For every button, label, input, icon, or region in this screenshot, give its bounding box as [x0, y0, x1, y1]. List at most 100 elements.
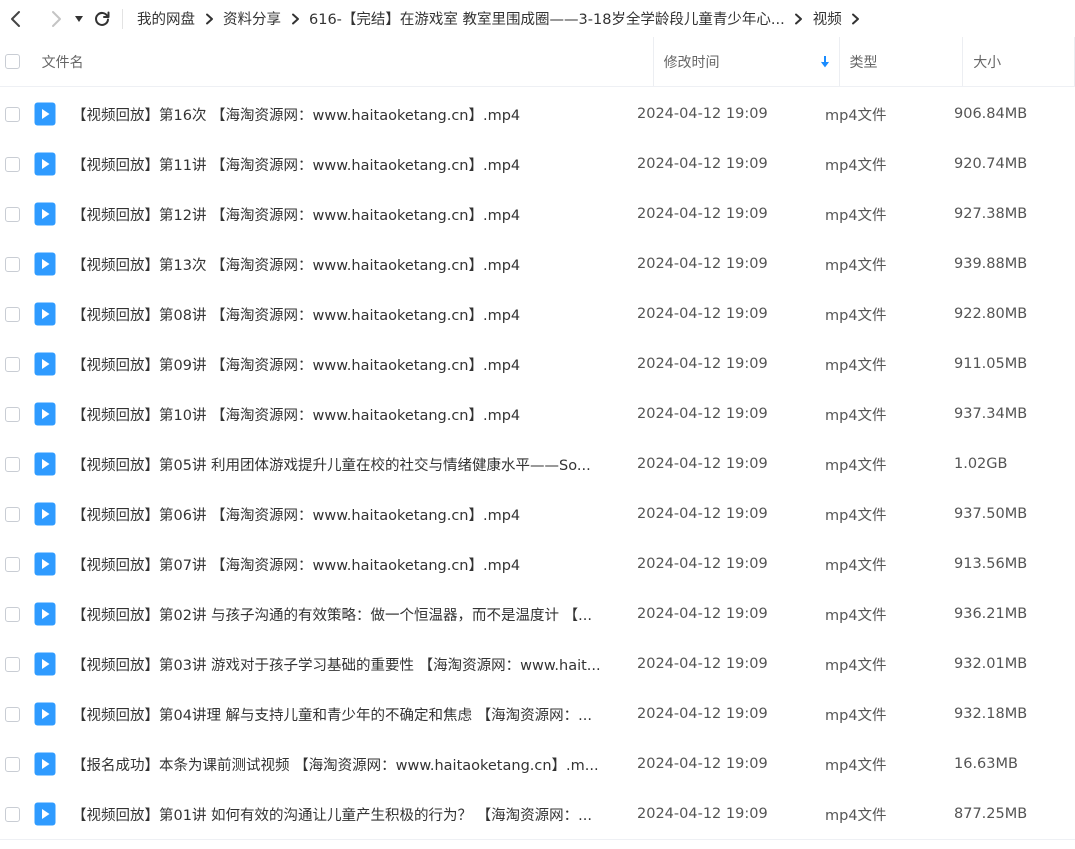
breadcrumb-item[interactable]: 616-【完结】在游戏室 教室里围成圈——3-18岁全学龄段儿童青少年心... [305, 8, 789, 29]
file-name[interactable]: 【视频回放】第06讲 【海淘资源网：www.haitaoketang.cn】.m… [72, 504, 627, 525]
file-row[interactable]: 【视频回放】第08讲 【海淘资源网：www.haitaoketang.cn】.m… [0, 289, 1075, 339]
file-row[interactable]: 【视频回放】第13次 【海淘资源网：www.haitaoketang.cn】.m… [0, 239, 1075, 289]
file-row[interactable]: 【视频回放】第10讲 【海淘资源网：www.haitaoketang.cn】.m… [0, 389, 1075, 439]
history-dropdown-button[interactable] [70, 0, 88, 37]
file-checkbox[interactable] [5, 356, 20, 372]
select-all-checkbox[interactable] [5, 54, 20, 69]
file-name[interactable]: 【视频回放】第11讲 【海淘资源网：www.haitaoketang.cn】.m… [72, 154, 627, 175]
file-row[interactable]: 【视频回放】第03讲 游戏对于孩子学习基础的重要性 【海淘资源网：www.hai… [0, 639, 1075, 689]
file-checkbox-cell [0, 556, 34, 572]
file-size: 937.50MB [954, 506, 1028, 522]
file-row[interactable]: 【视频回放】第07讲 【海淘资源网：www.haitaoketang.cn】.m… [0, 539, 1075, 589]
file-type: mp4文件 [825, 557, 887, 574]
file-checkbox[interactable] [5, 206, 20, 222]
column-header-name-label: 文件名 [41, 54, 84, 71]
file-modified-time: 2024-04-12 19:09 [637, 606, 768, 622]
breadcrumb-item[interactable]: 视频 [809, 8, 846, 29]
file-modified-time: 2024-04-12 19:09 [637, 806, 768, 822]
file-size: 1.02GB [954, 456, 1008, 472]
file-name[interactable]: 【视频回放】第09讲 【海淘资源网：www.haitaoketang.cn】.m… [72, 354, 627, 375]
file-name[interactable]: 【视频回放】第16次 【海淘资源网：www.haitaoketang.cn】.m… [72, 104, 627, 125]
file-name[interactable]: 【视频回放】第01讲 如何有效的沟通让儿童产生积极的行为？ 【海淘资源网：... [72, 804, 627, 825]
file-name[interactable]: 【视频回放】第04讲理 解与支持儿童和青少年的不确定和焦虑 【海淘资源网：... [72, 704, 627, 725]
file-checkbox[interactable] [5, 106, 20, 122]
file-checkbox[interactable] [5, 606, 20, 622]
file-size: 920.74MB [954, 156, 1028, 172]
file-checkbox[interactable] [5, 556, 20, 572]
file-size: 913.56MB [954, 556, 1028, 572]
video-file-icon [34, 502, 72, 526]
file-row[interactable]: 【视频回放】第04讲理 解与支持儿童和青少年的不确定和焦虑 【海淘资源网：...… [0, 689, 1075, 739]
navigation-bar: 我的网盘 资料分享 616-【完结】在游戏室 教室里围成圈——3-18岁全学龄段儿童… [0, 0, 1075, 37]
file-type: mp4文件 [825, 807, 887, 824]
file-name[interactable]: 【视频回放】第05讲 利用团体游戏提升儿童在校的社交与情绪健康水平——So... [72, 454, 627, 475]
video-file-icon [34, 702, 72, 726]
chevron-left-icon [11, 10, 20, 27]
file-list: 【视频回放】第16次 【海淘资源网：www.haitaoketang.cn】.m… [0, 89, 1075, 840]
file-type: mp4文件 [825, 507, 887, 524]
file-checkbox[interactable] [5, 756, 20, 772]
file-row[interactable]: 【视频回放】第11讲 【海淘资源网：www.haitaoketang.cn】.m… [0, 139, 1075, 189]
file-checkbox[interactable] [5, 156, 20, 172]
file-name[interactable]: 【视频回放】第07讲 【海淘资源网：www.haitaoketang.cn】.m… [72, 554, 627, 575]
file-checkbox-cell [0, 706, 34, 722]
back-button[interactable] [2, 0, 30, 37]
video-file-icon [34, 552, 72, 576]
file-modified-time: 2024-04-12 19:09 [637, 506, 768, 522]
file-type: mp4文件 [825, 657, 887, 674]
file-type: mp4文件 [825, 307, 887, 324]
file-size: 922.80MB [954, 306, 1028, 322]
file-checkbox[interactable] [5, 506, 20, 522]
file-size: 939.88MB [954, 256, 1028, 272]
file-size: 911.05MB [954, 356, 1028, 372]
file-row[interactable]: 【视频回放】第05讲 利用团体游戏提升儿童在校的社交与情绪健康水平——So...… [0, 439, 1075, 489]
file-checkbox-cell [0, 106, 34, 122]
file-checkbox[interactable] [5, 656, 20, 672]
file-row[interactable]: 【视频回放】第09讲 【海淘资源网：www.haitaoketang.cn】.m… [0, 339, 1075, 389]
file-name[interactable]: 【视频回放】第03讲 游戏对于孩子学习基础的重要性 【海淘资源网：www.hai… [72, 654, 627, 675]
file-checkbox[interactable] [5, 706, 20, 722]
file-row[interactable]: 【视频回放】第01讲 如何有效的沟通让儿童产生积极的行为？ 【海淘资源网：...… [0, 789, 1075, 839]
file-checkbox[interactable] [5, 806, 20, 822]
file-checkbox[interactable] [5, 306, 20, 322]
select-all-cell [0, 37, 34, 86]
refresh-button[interactable] [88, 0, 116, 37]
chevron-right-icon [52, 10, 61, 27]
list-bottom-divider [0, 839, 1075, 840]
file-row[interactable]: 【视频回放】第02讲 与孩子沟通的有效策略：做一个恒温器，而不是温度计 【...… [0, 589, 1075, 639]
file-type: mp4文件 [825, 757, 887, 774]
file-checkbox-cell [0, 606, 34, 622]
file-type: mp4文件 [825, 457, 887, 474]
file-name[interactable]: 【视频回放】第08讲 【海淘资源网：www.haitaoketang.cn】.m… [72, 304, 627, 325]
file-row[interactable]: 【视频回放】第12讲 【海淘资源网：www.haitaoketang.cn】.m… [0, 189, 1075, 239]
file-size: 932.18MB [954, 706, 1028, 722]
file-checkbox-cell [0, 806, 34, 822]
breadcrumb-item[interactable]: 资料分享 [219, 8, 285, 29]
file-size: 927.38MB [954, 206, 1028, 222]
file-modified-time: 2024-04-12 19:09 [637, 656, 768, 672]
breadcrumb: 我的网盘 资料分享 616-【完结】在游戏室 教室里围成圈——3-18岁全学龄段儿童… [133, 8, 866, 29]
file-name[interactable]: 【视频回放】第12讲 【海淘资源网：www.haitaoketang.cn】.m… [72, 204, 627, 225]
file-row[interactable]: 【报名成功】本条为课前测试视频 【海淘资源网：www.haitaoketang.… [0, 739, 1075, 789]
file-checkbox[interactable] [5, 406, 20, 422]
file-checkbox[interactable] [5, 256, 20, 272]
column-header-modified-label: 修改时间 [663, 54, 720, 71]
column-header-name[interactable]: 文件名 [34, 37, 654, 86]
file-name[interactable]: 【报名成功】本条为课前测试视频 【海淘资源网：www.haitaoketang.… [72, 754, 627, 775]
file-row[interactable]: 【视频回放】第06讲 【海淘资源网：www.haitaoketang.cn】.m… [0, 489, 1075, 539]
file-size: 16.63MB [954, 756, 1018, 772]
breadcrumb-item[interactable]: 我的网盘 [133, 8, 199, 29]
forward-button[interactable] [42, 0, 70, 37]
column-header-size[interactable]: 大小 [963, 37, 1075, 86]
file-size: 932.01MB [954, 656, 1028, 672]
file-name[interactable]: 【视频回放】第02讲 与孩子沟通的有效策略：做一个恒温器，而不是温度计 【... [72, 604, 627, 625]
file-checkbox[interactable] [5, 456, 20, 472]
file-type: mp4文件 [825, 207, 887, 224]
video-file-icon [34, 152, 72, 176]
file-checkbox-cell [0, 456, 34, 472]
column-header-modified[interactable]: 修改时间 [654, 37, 840, 86]
file-name[interactable]: 【视频回放】第10讲 【海淘资源网：www.haitaoketang.cn】.m… [72, 404, 627, 425]
file-name[interactable]: 【视频回放】第13次 【海淘资源网：www.haitaoketang.cn】.m… [72, 254, 627, 275]
column-header-type[interactable]: 类型 [840, 37, 964, 86]
file-row[interactable]: 【视频回放】第16次 【海淘资源网：www.haitaoketang.cn】.m… [0, 89, 1075, 139]
